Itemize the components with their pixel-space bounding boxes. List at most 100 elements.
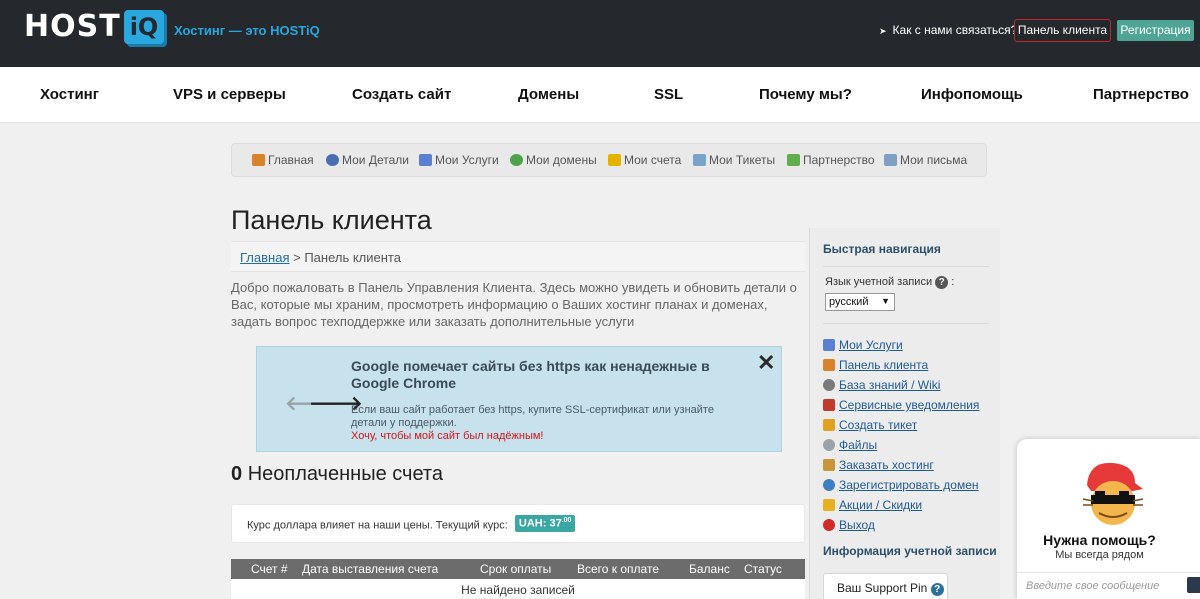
register-button[interactable]: Регистрация xyxy=(1117,20,1194,41)
subnav-my-tickets-label: Мои Тикеты xyxy=(709,153,776,167)
exchange-rate-badge: UAH: 37.00 xyxy=(514,515,576,532)
sidebar-item-files[interactable]: Файлы xyxy=(823,438,877,452)
support-pin-label: Ваш Support Pin xyxy=(837,581,928,595)
money-icon xyxy=(787,154,800,166)
announcement-title: Google помечает сайты без https как нена… xyxy=(351,358,710,391)
box-icon xyxy=(823,459,835,471)
globe-icon xyxy=(510,154,523,166)
globe-icon xyxy=(823,479,835,491)
col-invoice-date[interactable]: Дата выставления счета xyxy=(302,562,438,576)
sidebar-item-create-ticket[interactable]: Создать тикет xyxy=(823,418,917,432)
subnav-my-details-label: Мои Детали xyxy=(342,153,409,167)
coins-icon xyxy=(608,154,621,166)
logo[interactable]: HOST iQ xyxy=(24,9,165,44)
subnav-my-details[interactable]: Мои Детали xyxy=(326,153,409,167)
exchange-rate-text: Курс доллара влияет на наши цены. Текущи… xyxy=(247,519,508,532)
announcement-link[interactable]: Хочу, чтобы мой сайт был надёжным! xyxy=(351,430,543,442)
main-nav: Хостинг VPS и серверы Создать сайт Домен… xyxy=(0,67,1200,123)
col-balance[interactable]: Баланс xyxy=(689,562,730,576)
unpaid-invoices-heading: 0 Неоплаченные счета xyxy=(231,463,443,486)
chat-subtitle: Мы всегда рядом xyxy=(1055,549,1144,561)
disc-icon xyxy=(823,439,835,451)
logout-icon xyxy=(823,519,835,531)
language-select[interactable]: русский ▼ xyxy=(825,293,895,311)
main-nav-vps[interactable]: VPS и серверы xyxy=(173,86,286,103)
exchange-rate-decimals: .00 xyxy=(561,517,572,524)
sidebar-item-label: Файлы xyxy=(839,438,878,452)
quick-nav-sidebar: Быстрая навигация Язык учетной записи ? … xyxy=(809,228,1000,599)
language-label-colon: : xyxy=(951,276,955,288)
home-icon xyxy=(823,359,835,371)
chat-title: Нужна помощь? xyxy=(1043,532,1156,548)
subnav-my-services[interactable]: Мои Услуги xyxy=(419,153,499,167)
help-icon[interactable]: ? xyxy=(930,583,944,596)
main-nav-hosting[interactable]: Хостинг xyxy=(40,86,99,103)
subnav-my-invoices[interactable]: Мои счета xyxy=(608,153,681,167)
sidebar-item-register-domain[interactable]: Зарегистрировать домен xyxy=(823,478,979,492)
sidebar-item-client-panel[interactable]: Панель клиента xyxy=(823,358,928,372)
main-nav-partnership[interactable]: Партнерство xyxy=(1093,86,1189,103)
sidebar-item-knowledge-base[interactable]: База знаний / Wiki xyxy=(823,378,940,392)
subnav-my-domains[interactable]: Мои домены xyxy=(510,153,597,167)
language-label-text: Язык учетной записи xyxy=(825,276,933,288)
arrow-icon: ➤ xyxy=(879,26,887,36)
chart-icon xyxy=(823,339,835,351)
page-title: Панель клиента xyxy=(231,205,432,235)
chart-icon xyxy=(419,154,432,166)
intro-text: Добро пожаловать в Панель Управления Кли… xyxy=(231,280,797,329)
language-label: Язык учетной записи ? : xyxy=(825,276,954,289)
main-nav-infohelp[interactable]: Инфопомощь xyxy=(921,86,1023,103)
col-due-date[interactable]: Срок оплаты xyxy=(480,562,551,576)
sidebar-item-logout[interactable]: Выход xyxy=(823,518,875,532)
divider xyxy=(823,323,989,324)
sidebar-item-order-hosting[interactable]: Заказать хостинг xyxy=(823,458,934,472)
ssl-announcement: 🡐 🡒 Google помечает сайты без https как … xyxy=(256,346,782,452)
sidebar-item-label: База знаний / Wiki xyxy=(839,378,941,392)
send-icon[interactable] xyxy=(1187,577,1200,593)
col-status[interactable]: Статус xyxy=(744,562,782,576)
chat-widget[interactable]: Нужна помощь? Мы всегда рядом Введите св… xyxy=(1017,439,1200,599)
divider xyxy=(823,266,989,267)
subnav-partnership[interactable]: Партнерство xyxy=(787,153,875,167)
sidebar-item-label: Панель клиента xyxy=(839,358,929,372)
home-icon xyxy=(252,154,265,166)
main-nav-ssl[interactable]: SSL xyxy=(654,86,683,103)
main-nav-domains[interactable]: Домены xyxy=(518,86,579,103)
col-total[interactable]: Всего к оплате xyxy=(577,562,659,576)
breadcrumb-home-link[interactable]: Главная xyxy=(240,250,289,265)
sidebar-item-label: Мои Услуги xyxy=(839,338,903,352)
main-nav-create-site[interactable]: Создать сайт xyxy=(352,86,451,103)
sidebar-item-my-services[interactable]: Мои Услуги xyxy=(823,338,903,352)
exchange-rate-value: UAH: 37 xyxy=(518,517,562,530)
sidebar-item-label: Заказать хостинг xyxy=(839,458,934,472)
edit-icon xyxy=(823,419,835,431)
sidebar-item-label: Сервисные уведомления xyxy=(839,398,980,412)
close-icon[interactable]: ✕ xyxy=(757,350,775,376)
subnav-my-emails[interactable]: Мои письма xyxy=(884,153,967,167)
subnav-home[interactable]: Главная xyxy=(252,153,314,167)
invoices-empty-row: Не найдено записей xyxy=(231,579,805,599)
logo-badge: iQ xyxy=(123,10,165,44)
col-invoice-number[interactable]: Счет # xyxy=(251,562,288,576)
exchange-rate-box: Курс доллара влияет на наши цены. Текущи… xyxy=(231,504,805,543)
account-info-title: Информация учетной записи xyxy=(823,544,997,558)
quick-nav-title: Быстрая навигация xyxy=(823,242,941,256)
logo-text: HOST xyxy=(24,9,121,44)
mail-icon xyxy=(884,154,897,166)
sidebar-item-service-notices[interactable]: Сервисные уведомления xyxy=(823,398,979,412)
user-icon xyxy=(326,154,339,166)
subnav-my-tickets[interactable]: Мои Тикеты xyxy=(693,153,775,167)
subnav-my-invoices-label: Мои счета xyxy=(624,153,682,167)
sidebar-item-promotions[interactable]: Акции / Скидки xyxy=(823,498,922,512)
subnav-partnership-label: Партнерство xyxy=(803,153,875,167)
client-subnav: Главная Мои Детали Мои Услуги Мои домены… xyxy=(231,143,987,177)
client-panel-button[interactable]: Панель клиента xyxy=(1014,19,1111,42)
chat-message-input[interactable]: Введите свое сообщение xyxy=(1017,572,1200,599)
ticket-icon xyxy=(693,154,706,166)
main-nav-why-us[interactable]: Почему мы? xyxy=(759,86,852,103)
sidebar-item-label: Выход xyxy=(839,518,875,532)
help-icon[interactable]: ? xyxy=(935,276,949,289)
contact-link[interactable]: ➤ Как с нами связаться? xyxy=(879,23,1017,37)
announcement-text: Если ваш сайт работает без https, купите… xyxy=(351,404,714,429)
top-bar: HOST iQ Хостинг — это HOSTiQ ➤ Как с нами… xyxy=(0,0,1200,67)
